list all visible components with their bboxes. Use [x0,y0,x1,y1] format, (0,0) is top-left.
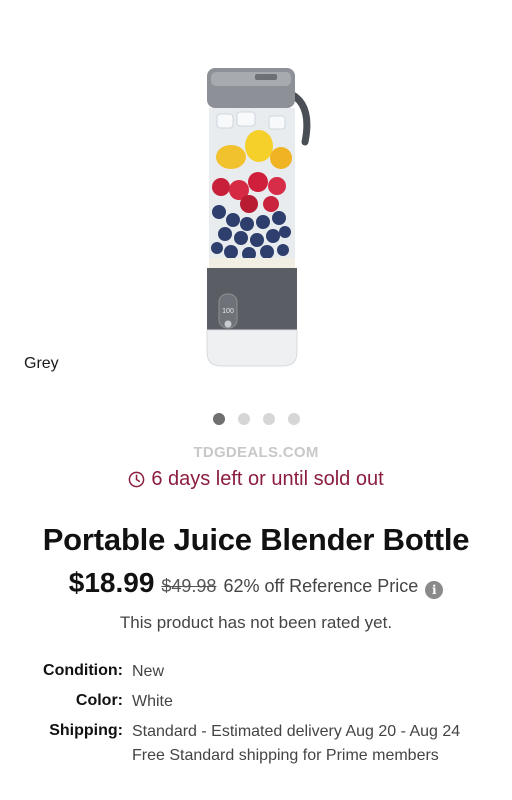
detail-row-shipping: Shipping: Standard - Estimated delivery … [0,722,512,766]
detail-row-condition: Condition: New [0,662,512,682]
watermark: TDGDEALS.COM [193,444,319,461]
reference-price: $49.98 [161,576,217,596]
product-title: Portable Juice Blender Bottle [42,522,470,557]
product-image[interactable]: 100 [195,62,320,374]
detail-label: Shipping: [49,722,123,739]
product-details: Condition: New Color: White Shipping: St… [0,662,512,776]
variant-label: Grey [24,355,59,372]
detail-row-color: Color: White [0,692,512,712]
carousel-dot-4[interactable] [287,413,300,425]
carousel-dot-1[interactable] [212,413,225,425]
carousel-dots[interactable] [0,413,512,425]
product-gallery[interactable]: 100 Grey [0,0,512,400]
deal-timer: 6 days left or until sold out [0,468,512,491]
price-row: $18.99 $49.98 62% off Reference Price i [0,567,512,599]
info-icon[interactable]: i [425,581,444,599]
rating-text: This product has not been rated yet. [119,613,393,632]
sale-price: $18.99 [68,567,155,598]
detail-value: New [132,663,165,680]
carousel-dot-3[interactable] [262,413,275,425]
clock-icon [128,471,145,488]
prime-shipping-note: Free Standard shipping for Prime members [132,747,439,764]
detail-label: Condition: [43,662,123,679]
detail-value: White [132,693,173,710]
carousel-dot-2[interactable] [237,413,250,425]
detail-label: Color: [75,692,123,709]
base-display-reading: 100 [222,308,234,315]
deal-timer-text: 6 days left or until sold out [151,468,384,490]
shipping-estimate: Standard - Estimated delivery Aug 20 - A… [132,723,461,740]
discount-text: 62% off Reference Price [223,576,419,596]
shipping-value: Standard - Estimated delivery Aug 20 - A… [132,722,477,766]
